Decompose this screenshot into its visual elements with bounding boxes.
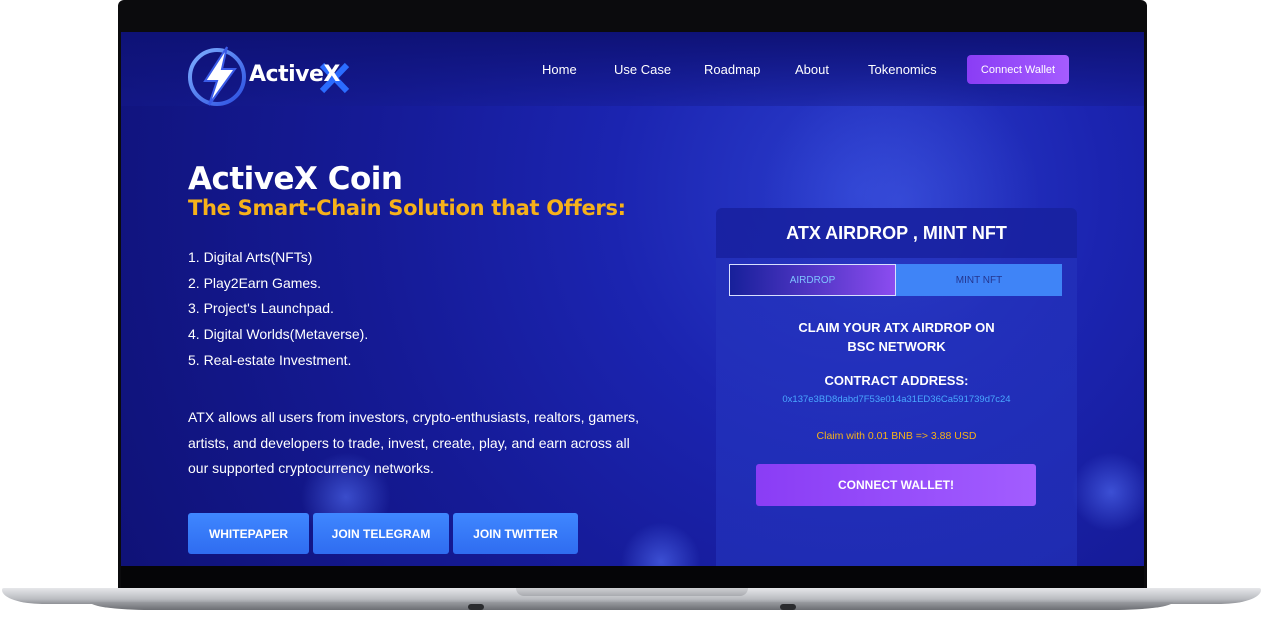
hero-description: ATX allows all users from investors, cry… <box>188 409 640 477</box>
contract-address-label: CONTRACT ADDRESS: <box>824 373 969 388</box>
list-item: 1. Digital Arts(NFTs) <box>188 249 313 265</box>
hero-title: ActiveX Coin <box>188 161 403 197</box>
contract-address-value[interactable]: 0x137e3BD8dabd7F53e014a31ED36Ca591739d7c… <box>716 394 1077 405</box>
claim-heading: CLAIM YOUR ATX AIRDROP ON BSC NETWORK <box>716 318 1077 356</box>
website-screen: ActiveX Home Use Case Roadmap About Toke… <box>121 32 1144 566</box>
nav-link-about[interactable]: About <box>795 62 829 77</box>
laptop-foot <box>468 604 484 610</box>
nav-link-use-case[interactable]: Use Case <box>614 62 671 77</box>
claim-rate-text: Claim with 0.01 BNB => 3.88 USD <box>816 430 977 442</box>
cta-buttons: WHITEPAPER JOIN TELEGRAM JOIN TWITTER <box>188 513 578 554</box>
background-glow <box>621 522 701 566</box>
join-telegram-button[interactable]: JOIN TELEGRAM <box>313 513 449 554</box>
laptop-base-lip <box>90 602 1173 610</box>
list-item: 3. Project's Launchpad. <box>188 300 334 317</box>
claim-heading-line1: CLAIM YOUR ATX AIRDROP ON <box>798 320 995 335</box>
list-item: 4. Digital Worlds(Metaverse). <box>188 326 369 343</box>
background-glow <box>1071 452 1144 532</box>
nav-link-roadmap[interactable]: Roadmap <box>704 62 760 77</box>
hero-subtitle: The Smart-Chain Solution that Offers: <box>188 196 626 220</box>
list-item: 2. Play2Earn Games. <box>188 274 322 291</box>
top-navigation: ActiveX Home Use Case Roadmap About Toke… <box>121 32 1144 106</box>
airdrop-card: ATX AIRDROP , MINT NFT AIRDROP MINT NFT … <box>716 208 1077 566</box>
tab-mint-nft[interactable]: MINT NFT <box>896 264 1062 296</box>
whitepaper-button[interactable]: WHITEPAPER <box>188 513 309 554</box>
nav-link-tokenomics[interactable]: Tokenomics <box>868 62 937 77</box>
list-item: 5. Real-estate Investment. <box>188 351 352 368</box>
brand-name[interactable]: ActiveX <box>249 62 340 87</box>
claim-heading-line2: BSC NETWORK <box>847 339 946 354</box>
connect-wallet-button[interactable]: Connect Wallet <box>967 55 1069 84</box>
tab-airdrop[interactable]: AIRDROP <box>729 264 896 296</box>
feature-list: 1. Digital Arts(NFTs) 2. Play2Earn Games… <box>188 247 368 375</box>
card-title: ATX AIRDROP , MINT NFT <box>786 223 1007 243</box>
screen-bottom-edge <box>121 566 1144 588</box>
laptop-notch <box>516 588 748 596</box>
nav-link-home[interactable]: Home <box>542 62 577 77</box>
join-twitter-button[interactable]: JOIN TWITTER <box>453 513 578 554</box>
connect-wallet-card-button[interactable]: CONNECT WALLET! <box>756 464 1036 506</box>
laptop-foot <box>780 604 796 610</box>
